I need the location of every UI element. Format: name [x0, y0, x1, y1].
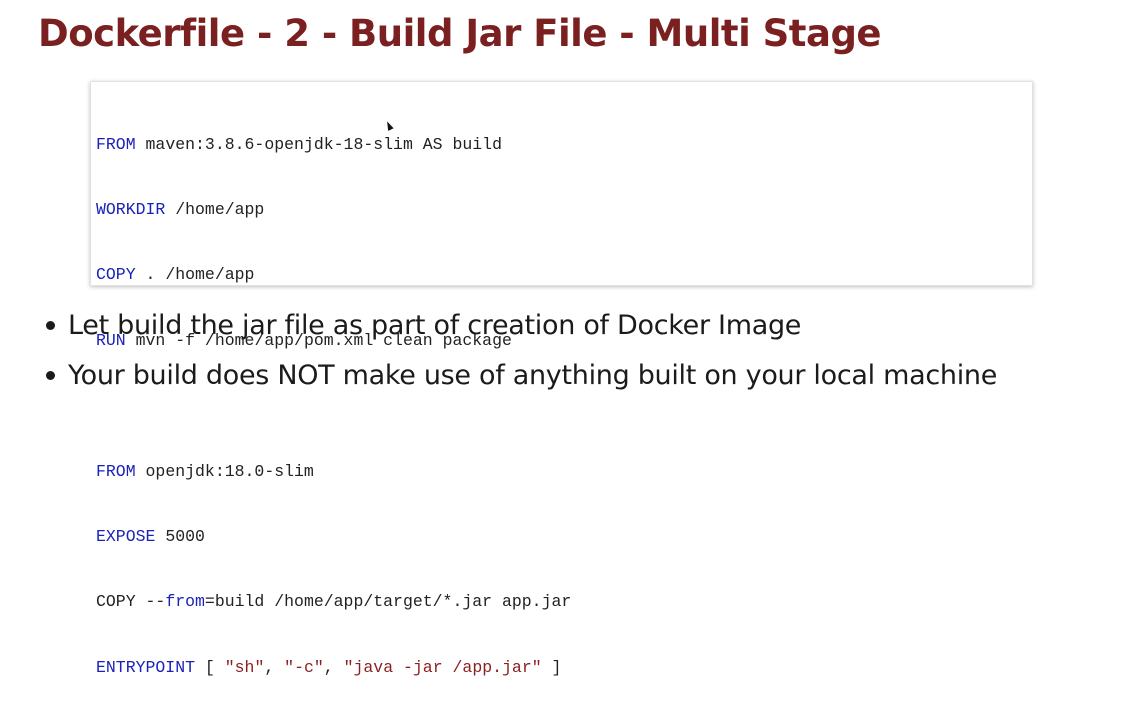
dockerfile-code: FROM maven:3.8.6-openjdk-18-slim AS buil…: [96, 90, 571, 722]
code-text: ,: [323, 657, 344, 677]
code-block: FROM maven:3.8.6-openjdk-18-slim AS buil…: [90, 81, 1033, 677]
code-string: "java -jar /app.jar": [343, 657, 542, 677]
code-string: "-c": [284, 657, 324, 677]
code-text: COPY --: [96, 592, 166, 612]
code-line: WORKDIR /home/app: [96, 199, 571, 221]
code-text: . /home/app: [135, 265, 255, 285]
bullet-dot-icon: [46, 321, 55, 330]
code-text: =build /home/app/target/*.jar app.jar: [204, 592, 572, 612]
code-line: FROM openjdk:18.0-slim: [96, 461, 571, 483]
bullet-text: Let build the jar file as part of creati…: [68, 310, 802, 341]
code-text: ,: [264, 657, 285, 677]
code-keyword: WORKDIR: [96, 199, 166, 219]
code-line: EXPOSE 5000: [96, 526, 571, 548]
code-keyword: FROM: [96, 461, 136, 481]
code-string: "sh": [224, 657, 265, 677]
code-keyword: EXPOSE: [96, 526, 156, 546]
code-keyword: COPY: [96, 265, 136, 285]
code-text: ]: [541, 657, 562, 677]
code-keyword: ENTRYPOINT: [96, 657, 196, 677]
code-text: 5000: [155, 526, 205, 546]
code-line: FROM maven:3.8.6-openjdk-18-slim AS buil…: [96, 134, 571, 156]
code-line: ENTRYPOINT [ "sh", "-c", "java -jar /app…: [96, 657, 571, 679]
code-line: COPY . /home/app: [96, 264, 571, 286]
code-keyword: from: [165, 592, 205, 612]
bullet-item: Your build does NOT make use of anything…: [46, 354, 997, 404]
bullet-dot-icon: [46, 371, 55, 380]
slide-title: Dockerfile - 2 - Build Jar File - Multi …: [38, 12, 882, 55]
code-text: /home/app: [165, 199, 265, 219]
code-text: maven:3.8.6-openjdk-18-slim AS build: [135, 134, 502, 154]
code-text: openjdk:18.0-slim: [135, 461, 314, 481]
bullet-list: Let build the jar file as part of creati…: [46, 304, 997, 404]
code-text: [: [195, 657, 225, 677]
code-line: COPY --from=build /home/app/target/*.jar…: [96, 591, 571, 613]
bullet-item: Let build the jar file as part of creati…: [46, 304, 997, 354]
code-keyword: FROM: [96, 134, 136, 154]
bullet-text: Your build does NOT make use of anything…: [68, 360, 998, 391]
